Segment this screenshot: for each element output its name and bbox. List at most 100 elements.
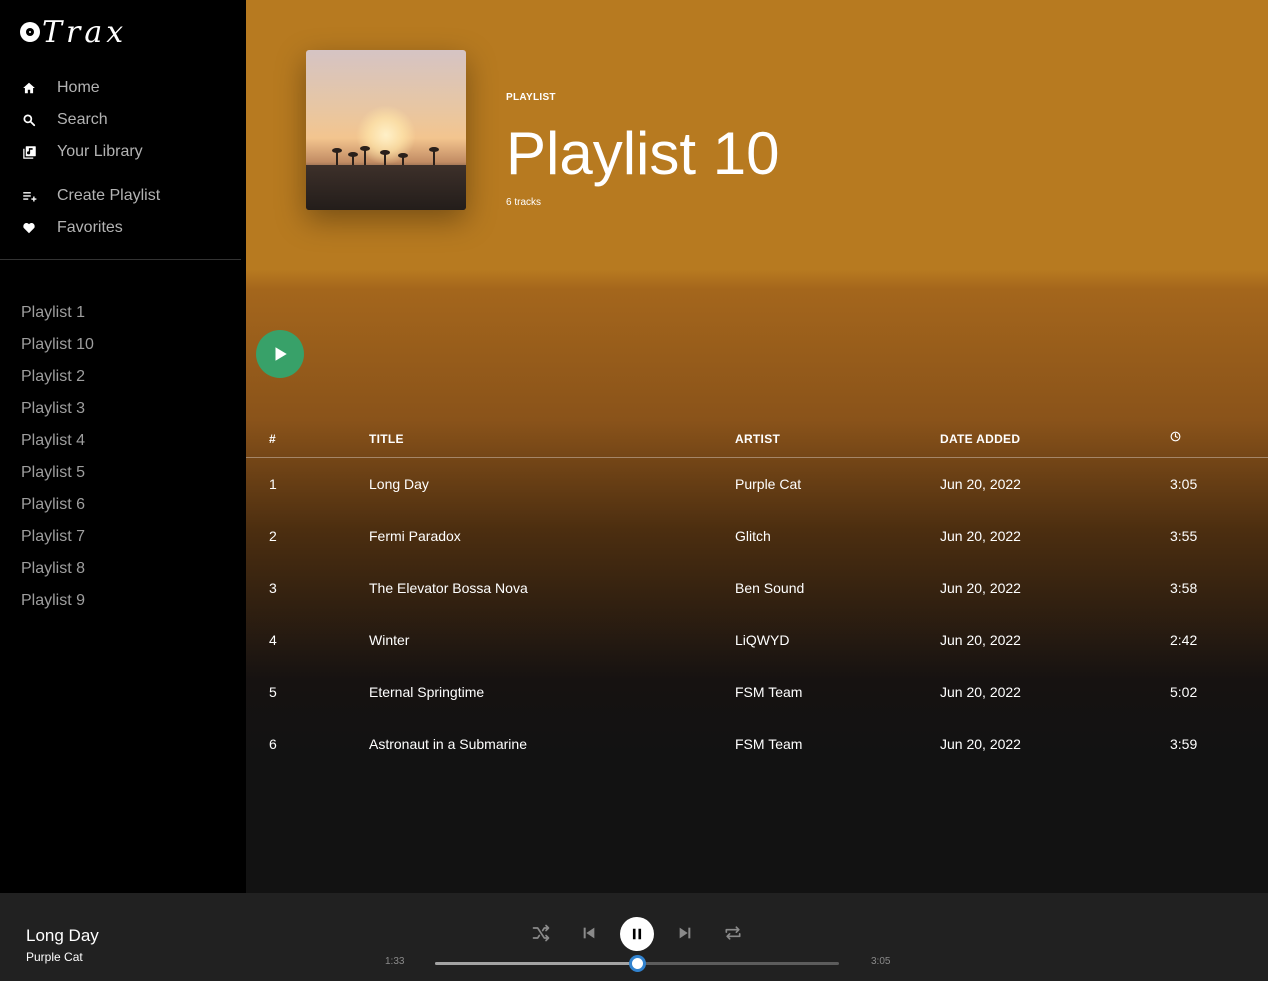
track-duration: 3:58: [1170, 580, 1198, 596]
player-bar: Long Day Purple Cat 1:33 3:05: [0, 893, 1268, 981]
track-date-added: Jun 20, 2022: [940, 528, 1021, 544]
sidebar-item-home[interactable]: Home: [0, 72, 246, 104]
table-row[interactable]: 5 Eternal Springtime FSM Team Jun 20, 20…: [246, 666, 1268, 718]
track-title: Winter: [369, 632, 410, 648]
shuffle-icon: [532, 924, 550, 942]
sidebar-playlist-item[interactable]: Playlist 10: [21, 329, 231, 361]
track-number: 6: [269, 736, 277, 752]
logo-text: Trax: [42, 14, 128, 50]
search-icon: [21, 112, 37, 128]
track-title: Long Day: [369, 476, 429, 492]
home-icon: [21, 80, 37, 96]
total-time: 3:05: [871, 956, 891, 967]
cover-palm: [380, 150, 390, 165]
cover-palm: [332, 148, 342, 165]
elapsed-time: 1:33: [385, 956, 405, 967]
sidebar-item-label: Search: [57, 111, 108, 128]
app-logo[interactable]: Trax: [20, 12, 127, 52]
sidebar-playlist-item[interactable]: Playlist 1: [21, 297, 231, 329]
library-icon: [21, 144, 37, 160]
sidebar-playlist-item[interactable]: Playlist 6: [21, 489, 231, 521]
sidebar-playlist-item[interactable]: Playlist 9: [21, 585, 231, 617]
track-number: 4: [269, 632, 277, 648]
sidebar-item-search[interactable]: Search: [0, 104, 246, 136]
track-number: 2: [269, 528, 277, 544]
track-duration: 2:42: [1170, 632, 1198, 648]
sidebar-item-label: Favorites: [57, 219, 123, 236]
track-artist: Ben Sound: [735, 580, 805, 596]
sidebar-playlist-item[interactable]: Playlist 2: [21, 361, 231, 393]
table-row[interactable]: 6 Astronaut in a Submarine FSM Team Jun …: [246, 718, 1268, 770]
sidebar-item-label: Home: [57, 79, 100, 96]
play-icon: [275, 347, 287, 361]
track-title: Fermi Paradox: [369, 528, 461, 544]
sidebar-playlist-item[interactable]: Playlist 3: [21, 393, 231, 425]
track-artist: FSM Team: [735, 684, 803, 700]
track-artist: LiQWYD: [735, 632, 790, 648]
pause-icon: [632, 928, 642, 940]
sidebar-item-label: Create Playlist: [57, 187, 161, 204]
track-date-added: Jun 20, 2022: [940, 736, 1021, 752]
sidebar-item-favorites[interactable]: Favorites: [0, 212, 246, 244]
previous-button[interactable]: [577, 921, 601, 945]
track-count: 6 tracks: [506, 197, 542, 208]
track-title: The Elevator Bossa Nova: [369, 580, 528, 596]
track-number: 5: [269, 684, 277, 700]
track-date-added: Jun 20, 2022: [940, 684, 1021, 700]
skip-next-icon: [679, 927, 691, 939]
sidebar-playlist-item[interactable]: Playlist 7: [21, 521, 231, 553]
heart-icon: [21, 220, 37, 236]
sidebar-playlist-item[interactable]: Playlist 8: [21, 553, 231, 585]
track-date-added: Jun 20, 2022: [940, 476, 1021, 492]
sidebar-item-create-playlist[interactable]: Create Playlist: [0, 180, 246, 212]
track-duration: 5:02: [1170, 684, 1198, 700]
table-row[interactable]: 2 Fermi Paradox Glitch Jun 20, 2022 3:55: [246, 510, 1268, 562]
page-title: Playlist 10: [506, 120, 780, 187]
column-header-number[interactable]: #: [269, 432, 276, 446]
playlist-cover-image: [306, 50, 466, 210]
sidebar-playlist-item[interactable]: Playlist 5: [21, 457, 231, 489]
play-playlist-button[interactable]: [256, 330, 304, 378]
table-row[interactable]: 4 Winter LiQWYD Jun 20, 2022 2:42: [246, 614, 1268, 666]
track-table: # TITLE ARTIST DATE ADDED 1 Long Day Pur…: [246, 420, 1268, 770]
cover-palm: [348, 152, 358, 165]
skip-previous-icon: [583, 927, 595, 939]
track-duration: 3:55: [1170, 528, 1198, 544]
next-button[interactable]: [673, 921, 697, 945]
sidebar-divider: [0, 259, 241, 260]
sidebar: Trax Home Search Your Library Create Pla…: [0, 0, 246, 893]
repeat-icon: [725, 926, 741, 940]
column-header-title[interactable]: TITLE: [369, 432, 404, 446]
table-row[interactable]: 3 The Elevator Bossa Nova Ben Sound Jun …: [246, 562, 1268, 614]
sidebar-item-library[interactable]: Your Library: [0, 136, 246, 168]
seek-bar-progress: [435, 962, 637, 965]
playlist-header: PLAYLIST Playlist 10 6 tracks: [246, 0, 1268, 270]
track-title: Eternal Springtime: [369, 684, 485, 700]
shuffle-button[interactable]: [529, 921, 553, 945]
sidebar-playlist-item[interactable]: Playlist 4: [21, 425, 231, 457]
clock-icon: [1170, 431, 1181, 445]
main-content: PLAYLIST Playlist 10 6 tracks # TITLE AR…: [246, 0, 1268, 893]
table-row[interactable]: 1 Long Day Purple Cat Jun 20, 2022 3:05: [246, 458, 1268, 510]
playlist-type-label: PLAYLIST: [506, 92, 556, 103]
seek-bar[interactable]: [435, 955, 839, 972]
column-header-artist[interactable]: ARTIST: [735, 432, 780, 446]
column-header-date-added[interactable]: DATE ADDED: [940, 432, 1020, 446]
playlist-add-icon: [21, 188, 37, 204]
track-artist: Purple Cat: [735, 476, 802, 492]
track-artist: Glitch: [735, 528, 771, 544]
cover-palm: [360, 146, 370, 165]
table-header: # TITLE ARTIST DATE ADDED: [246, 420, 1268, 458]
track-number: 1: [269, 476, 277, 492]
track-number: 3: [269, 580, 277, 596]
track-duration: 3:59: [1170, 736, 1198, 752]
cover-palm: [398, 153, 408, 165]
pause-button[interactable]: [620, 917, 654, 951]
seek-bar-thumb[interactable]: [629, 955, 646, 972]
sidebar-nav: Home Search Your Library Create Playlist: [0, 72, 246, 244]
track-duration: 3:05: [1170, 476, 1198, 492]
now-playing-artist: Purple Cat: [26, 950, 83, 964]
repeat-button[interactable]: [721, 921, 745, 945]
track-date-added: Jun 20, 2022: [940, 632, 1021, 648]
cover-ground: [306, 165, 466, 210]
